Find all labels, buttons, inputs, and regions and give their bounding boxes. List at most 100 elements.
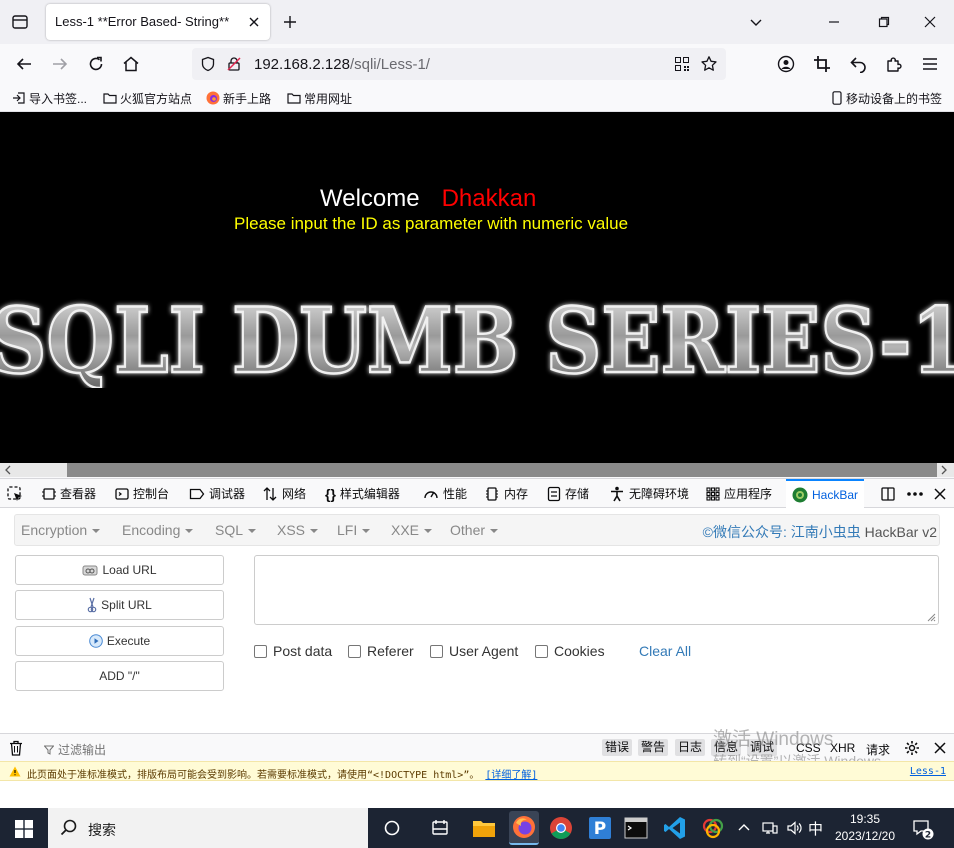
vscode-icon[interactable] [661, 814, 689, 842]
horizontal-scrollbar[interactable] [0, 463, 954, 477]
tab-storage[interactable]: 存储 [547, 479, 589, 508]
bookmark-mobile[interactable]: 移动设备上的书签 [831, 90, 942, 106]
url-bar[interactable]: 192.168.2.128/sqli/Less-1/ [192, 48, 726, 80]
warning-source-link[interactable]: Less-1 [910, 766, 946, 777]
widgets-icon[interactable] [426, 814, 454, 842]
tab-network[interactable]: 网络 [262, 479, 306, 508]
checkbox-box[interactable] [535, 644, 548, 658]
tab-active[interactable]: Less-1 **Error Based- String** [46, 4, 270, 40]
menu-sql[interactable]: SQL [215, 522, 256, 538]
level-errors[interactable]: 错误 [602, 739, 633, 756]
resize-grip-icon[interactable] [926, 612, 936, 622]
add-slash-button[interactable]: ADD "/" [15, 661, 224, 691]
pycharm-p-icon[interactable]: P [586, 814, 614, 842]
element-picker-icon[interactable] [6, 479, 24, 508]
scroll-left-icon[interactable] [3, 465, 13, 475]
system-clock[interactable]: 19:35 2023/12/20 [830, 811, 900, 845]
split-url-button[interactable]: Split URL [15, 590, 224, 620]
screenshot-crop-icon[interactable] [812, 54, 832, 74]
cookies-checkbox[interactable]: Cookies [535, 643, 605, 659]
menu-encoding[interactable]: Encoding [122, 522, 193, 538]
checkbox-box[interactable] [254, 644, 267, 658]
console-input[interactable] [0, 781, 954, 808]
close-tab-icon[interactable] [246, 14, 262, 30]
back-icon[interactable] [14, 54, 34, 74]
dock-mode-icon[interactable] [880, 479, 896, 508]
firefox-taskbar-icon[interactable] [509, 811, 539, 845]
post-data-checkbox[interactable]: Post data [254, 643, 332, 659]
more-options-icon[interactable] [906, 479, 924, 508]
network-tray-icon[interactable] [762, 820, 778, 836]
file-explorer-icon[interactable] [470, 814, 498, 842]
close-split-console-icon[interactable] [934, 742, 946, 754]
bookmark-getting-started[interactable]: 新手上路 [206, 90, 271, 106]
menu-xss[interactable]: XSS [277, 522, 318, 538]
new-tab-icon[interactable] [280, 12, 300, 32]
referer-checkbox[interactable]: Referer [348, 643, 414, 659]
filter-output-input[interactable]: 过滤输出 [44, 741, 106, 758]
bookmark-common-sites[interactable]: 常用网址 [287, 90, 352, 106]
minimize-icon[interactable] [824, 12, 844, 32]
tab-list-icon[interactable] [10, 12, 30, 32]
chrome-icon[interactable] [547, 814, 575, 842]
url-textarea[interactable] [254, 555, 939, 625]
volume-icon[interactable] [786, 820, 802, 836]
extensions-icon[interactable] [884, 54, 904, 74]
user-agent-checkbox[interactable]: User Agent [430, 643, 518, 659]
load-url-button[interactable]: Load URL [15, 555, 224, 585]
bookmark-firefox-official[interactable]: 火狐官方站点 [103, 90, 192, 106]
close-window-icon[interactable] [920, 12, 940, 32]
star-bookmark-icon[interactable] [700, 55, 718, 73]
console-icon [115, 487, 129, 500]
execute-button[interactable]: Execute [15, 626, 224, 656]
tab-memory[interactable]: 内存 [484, 479, 528, 508]
insecure-lock-icon[interactable] [226, 56, 242, 72]
scrollbar-thumb[interactable] [67, 463, 937, 477]
menu-xxe[interactable]: XXE [391, 522, 432, 538]
shield-icon[interactable] [200, 56, 216, 72]
ime-indicator[interactable]: 中 [808, 818, 823, 839]
tab-style-editor[interactable]: {} 样式编辑器 [325, 479, 400, 508]
menu-encryption[interactable]: Encryption [21, 522, 100, 538]
tab-performance[interactable]: 性能 [423, 479, 467, 508]
tab-accessibility[interactable]: 无障碍环境 [609, 479, 689, 508]
tab-console[interactable]: 控制台 [115, 479, 169, 508]
level-logs[interactable]: 日志 [675, 739, 706, 756]
clear-all-link[interactable]: Clear All [639, 643, 691, 659]
trash-icon[interactable] [9, 740, 23, 756]
task-view-icon[interactable] [378, 814, 406, 842]
tab-label: 控制台 [133, 487, 170, 501]
undo-icon[interactable] [848, 54, 868, 74]
colorful-app-icon[interactable] [699, 814, 727, 842]
menu-hamburger-icon[interactable] [920, 54, 940, 74]
taskbar-search-box[interactable]: 搜索 [48, 808, 368, 848]
home-icon[interactable] [121, 54, 141, 74]
url-text[interactable]: 192.168.2.128/sqli/Less-1/ [254, 56, 430, 73]
terminal-icon[interactable] [622, 814, 650, 842]
checkbox-box[interactable] [430, 644, 443, 658]
restore-icon[interactable] [874, 12, 894, 32]
scroll-right-icon[interactable] [939, 465, 949, 475]
learn-more-link[interactable]: [详细了解] [485, 770, 537, 781]
tab-hackbar[interactable]: HackBar [786, 479, 865, 508]
notification-icon[interactable]: 2 [912, 818, 934, 840]
tab-application[interactable]: 应用程序 [706, 479, 772, 508]
settings-gear-icon[interactable] [904, 740, 920, 756]
close-devtools-icon[interactable] [934, 479, 946, 508]
checkbox-box[interactable] [348, 644, 361, 658]
forward-icon[interactable] [50, 54, 70, 74]
account-icon[interactable] [776, 54, 796, 74]
reload-icon[interactable] [86, 54, 106, 74]
menu-other[interactable]: Other [450, 522, 498, 538]
tray-expand-icon[interactable] [738, 822, 750, 832]
tab-inspector[interactable]: 查看器 [42, 479, 96, 508]
hackbar-panel: Encryption Encoding SQL XSS LFI XXE Othe… [0, 508, 954, 733]
menu-lfi[interactable]: LFI [337, 522, 370, 538]
qr-code-icon[interactable] [674, 56, 690, 72]
level-warnings[interactable]: 警告 [638, 739, 669, 756]
windows-start-icon[interactable] [14, 819, 34, 839]
tab-debugger[interactable]: 调试器 [189, 479, 245, 508]
chevron-down-icon[interactable] [746, 12, 766, 32]
bookmark-import[interactable]: 导入书签... [12, 90, 87, 106]
hackbar-menu: Encryption Encoding SQL XSS LFI XXE Othe… [14, 514, 940, 546]
